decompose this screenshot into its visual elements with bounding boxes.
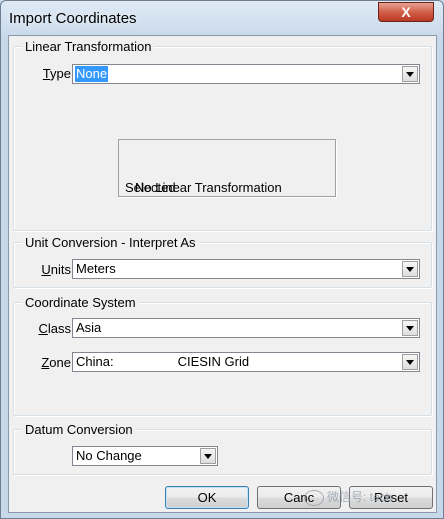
chevron-down-icon[interactable] [200, 448, 216, 464]
transformation-message-box: No Linear Transformation Selected [118, 139, 336, 197]
import-coordinates-dialog: Import Coordinates X Linear Transformati… [0, 0, 444, 519]
class-select[interactable]: Asia [72, 318, 420, 338]
units-value: Meters [76, 261, 116, 276]
chevron-down-icon[interactable] [402, 261, 418, 277]
type-label: Type [42, 66, 71, 81]
units-label: Units [41, 262, 71, 277]
dialog-client-area: Linear Transformation Type None No Linea… [8, 35, 437, 513]
close-icon: X [401, 4, 411, 20]
title-bar[interactable]: Import Coordinates X [1, 1, 443, 35]
type-value: None [73, 65, 110, 83]
datum-select[interactable]: No Change [72, 446, 218, 466]
chevron-down-icon[interactable] [402, 66, 418, 82]
datum-conversion-group: Datum Conversion No Change [13, 422, 432, 475]
zone-select[interactable]: China: CIESIN Grid [72, 352, 420, 372]
class-label: Class [38, 321, 71, 336]
coordinate-system-legend: Coordinate System [22, 295, 139, 310]
window-title: Import Coordinates [9, 10, 137, 27]
coordinate-system-group: Coordinate System Class Asia Zone China:… [13, 295, 432, 416]
units-select[interactable]: Meters [72, 259, 420, 279]
ok-button[interactable]: OK [165, 486, 249, 509]
chevron-down-icon[interactable] [402, 354, 418, 370]
watermark-text: 微信号: tech [327, 490, 393, 504]
type-select[interactable]: None [72, 64, 420, 84]
transformation-message: No Linear Transformation Selected [125, 180, 282, 195]
chevron-down-icon[interactable] [402, 320, 418, 336]
linear-transformation-group: Linear Transformation Type None No Linea… [13, 39, 432, 231]
unit-conversion-group: Unit Conversion - Interpret As Units Met… [13, 235, 432, 288]
zone-label: Zone [41, 355, 71, 370]
datum-conversion-legend: Datum Conversion [22, 422, 136, 437]
chat-icon [304, 489, 324, 506]
watermark: 微信号: tech [304, 486, 434, 508]
datum-value: No Change [76, 448, 142, 463]
class-value: Asia [76, 320, 102, 335]
close-button[interactable]: X [378, 2, 434, 22]
zone-value: China: CIESIN Grid [76, 354, 250, 369]
linear-transformation-legend: Linear Transformation [22, 39, 155, 54]
unit-conversion-legend: Unit Conversion - Interpret As [22, 235, 199, 250]
